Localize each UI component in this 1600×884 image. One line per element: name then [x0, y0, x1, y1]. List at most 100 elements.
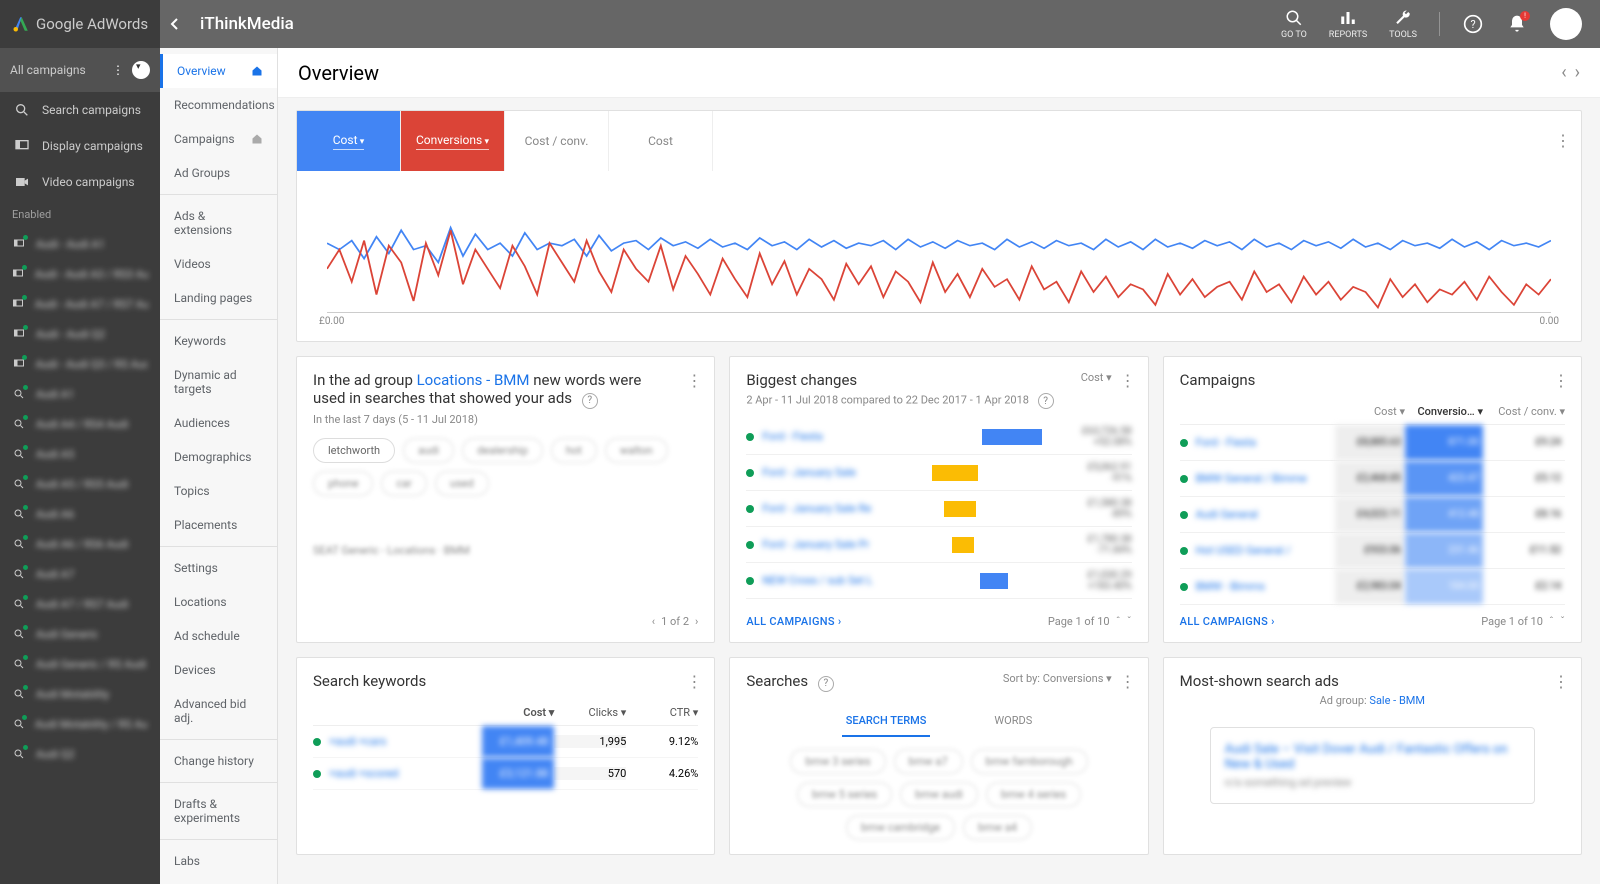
word-chip[interactable]: used [435, 471, 489, 496]
nav-item-labs[interactable]: Labs [160, 844, 277, 878]
all-campaigns-link[interactable]: ALL CAMPAIGNS › [746, 615, 841, 628]
metric-tab-cost[interactable]: Cost [297, 111, 401, 171]
help-icon[interactable]: ? [582, 393, 598, 409]
campaign-item[interactable]: Audi A6 [0, 499, 160, 529]
prev-button[interactable]: ˆ [1116, 615, 1121, 628]
word-chip[interactable]: phone [313, 471, 373, 496]
next-button[interactable]: ˇ [1560, 615, 1565, 628]
next-button[interactable]: ˇ [1127, 615, 1132, 628]
nav-item-advanced-bid-adj-[interactable]: Advanced bid adj. [160, 687, 277, 735]
help-icon[interactable]: ? [818, 676, 834, 692]
nav-item-drafts-experiments[interactable]: Drafts & experiments [160, 787, 277, 835]
campaign-row[interactable]: BMW - Bimms £2,983.04 184.00 £2.14 [1180, 569, 1565, 605]
metric-tab-cost-conv[interactable]: Cost / conv. [505, 111, 609, 171]
next-button[interactable]: › [695, 615, 698, 628]
adgroup-link[interactable]: Locations - BMM [417, 371, 530, 389]
campaign-item[interactable]: Audi - Audi Q3 / RS Audi [0, 349, 160, 379]
col-cost[interactable]: Cost [1335, 405, 1405, 418]
campaign-item[interactable]: Audi A7 / RS7 Audi [0, 589, 160, 619]
campaign-row[interactable]: BMW General / Bimme £2,468.85 423.47 £5.… [1180, 461, 1565, 497]
nav-item-locations[interactable]: Locations [160, 585, 277, 619]
search-chip[interactable]: bmw audi [900, 782, 978, 807]
reports-button[interactable]: REPORTS [1329, 8, 1367, 40]
account-avatar[interactable] [1550, 8, 1582, 40]
nav-item-landing-pages[interactable]: Landing pages [160, 281, 277, 315]
campaign-type-display-campaigns[interactable]: Display campaigns [0, 128, 160, 164]
all-campaigns-row[interactable]: All campaigns ⋮ [0, 48, 160, 92]
nav-item-keywords[interactable]: Keywords [160, 324, 277, 358]
nav-item-change-history[interactable]: Change history [160, 744, 277, 778]
changes-row[interactable]: Ford - Fiesta £63,726.58+52.08% [746, 419, 1131, 455]
chart-menu[interactable]: ⋮ [1555, 131, 1571, 150]
prev-button[interactable]: ˆ [1549, 615, 1554, 628]
campaign-item[interactable]: Audi Q2 [0, 739, 160, 769]
campaign-item[interactable]: Audi A5 [0, 439, 160, 469]
card-menu[interactable]: ⋮ [1553, 371, 1569, 390]
changes-row[interactable]: Ford - January Sale £5,062.91-91% [746, 455, 1131, 491]
nav-item-devices[interactable]: Devices [160, 653, 277, 687]
search-chip[interactable]: bmw farnborough [971, 749, 1088, 774]
help-button[interactable]: ? [1462, 13, 1484, 35]
help-icon[interactable]: ? [1038, 393, 1054, 409]
card-menu[interactable]: ⋮ [686, 672, 702, 691]
collapse-sidebar-button[interactable] [160, 0, 188, 48]
changes-sort-dropdown[interactable]: Cost [1081, 371, 1112, 384]
campaign-item[interactable]: Audi - Audi A1 [0, 229, 160, 259]
campaign-item[interactable]: Audi A4 / RS4 Audi [0, 409, 160, 439]
keyword-row[interactable]: +audi +cars £1,409.48 1,995 9.12% [313, 726, 698, 758]
word-chip[interactable]: car [381, 471, 426, 496]
next-page-button[interactable]: › [1575, 62, 1580, 83]
campaign-item[interactable]: Audi A6 / RS6 Audi [0, 529, 160, 559]
word-chip[interactable]: hot [551, 438, 597, 463]
metric-tab-conversions[interactable]: Conversions [401, 111, 505, 171]
metric-tab-cost2[interactable]: Cost [609, 111, 713, 171]
nav-item-settings[interactable]: Settings [160, 551, 277, 585]
campaign-item[interactable]: Audi - Audi Q2 [0, 319, 160, 349]
tab-search-terms[interactable]: SEARCH TERMS [842, 706, 931, 737]
nav-item-audiences[interactable]: Audiences [160, 406, 277, 440]
search-chip[interactable]: bmw 4 series [986, 782, 1081, 807]
sortby-dropdown[interactable]: Conversions [1043, 672, 1112, 685]
campaign-item[interactable]: Audi Motability / RS Audi [0, 709, 160, 739]
tab-words[interactable]: WORDS [990, 706, 1036, 737]
changes-row[interactable]: Ford - January Sale Re £1,580.38-89% [746, 491, 1131, 527]
word-chip[interactable]: walton [605, 438, 668, 463]
search-chip[interactable]: bmw 3 series [790, 749, 885, 774]
changes-row[interactable]: Ford - January Sale Pr £1,780.38-71.84% [746, 527, 1131, 563]
nav-item-overview[interactable]: Overview [160, 54, 277, 88]
nav-item-demographics[interactable]: Demographics [160, 440, 277, 474]
col-ctr[interactable]: CTR [626, 706, 698, 719]
keyword-row[interactable]: +audi +scored £3,121.88 570 4.26% [313, 758, 698, 790]
nav-item-placements[interactable]: Placements [160, 508, 277, 542]
search-chip[interactable]: bmw a4 [963, 815, 1032, 840]
campaign-item[interactable]: Audi - Audi A7 / RS7 Audi [0, 289, 160, 319]
nav-item-topics[interactable]: Topics [160, 474, 277, 508]
col-conversions[interactable]: Conversio… [1405, 405, 1483, 418]
campaign-filter-toggle[interactable] [132, 61, 150, 79]
nav-item-recommendations[interactable]: Recommendations [160, 88, 277, 122]
campaign-item[interactable]: Audi A5 / RS5 Audi [0, 469, 160, 499]
search-chip[interactable]: bmw 5 series [797, 782, 892, 807]
goto-button[interactable]: GO TO [1281, 8, 1307, 40]
word-chip[interactable]: audi [403, 438, 454, 463]
nav-item-campaigns[interactable]: Campaigns [160, 122, 277, 156]
campaign-item[interactable]: Audi Generic / RS Audi [0, 649, 160, 679]
search-chip[interactable]: bmw cambridge [846, 815, 955, 840]
word-chip[interactable]: dealership [462, 438, 543, 463]
campaign-row[interactable]: Hot USED General / £933.06 231.46 £11.52 [1180, 533, 1565, 569]
campaign-row[interactable]: Ford - Fiesta £8,885.63 871.00 £9.24 [1180, 425, 1565, 461]
word-chip[interactable]: letchworth [313, 438, 395, 463]
campaign-row[interactable]: Audi General £4,023.11 412.48 £8.16 [1180, 497, 1565, 533]
nav-item-videos[interactable]: Videos [160, 247, 277, 281]
search-chip[interactable]: bmw a7 [894, 749, 963, 774]
card-menu[interactable]: ⋮ [1553, 672, 1569, 691]
nav-item-ad-schedule[interactable]: Ad schedule [160, 619, 277, 653]
col-clicks[interactable]: Clicks [554, 706, 626, 719]
adgroup-link[interactable]: Sale - BMM [1369, 694, 1425, 707]
campaign-item[interactable]: Audi Motability [0, 679, 160, 709]
campaign-item[interactable]: Audi - Audi A3 / RS3 Audi [0, 259, 160, 289]
card-menu[interactable]: ⋮ [1120, 672, 1136, 691]
prev-button[interactable]: ‹ [652, 615, 655, 628]
campaign-type-video-campaigns[interactable]: Video campaigns [0, 164, 160, 200]
col-cost-conv[interactable]: Cost / conv. [1483, 405, 1565, 418]
